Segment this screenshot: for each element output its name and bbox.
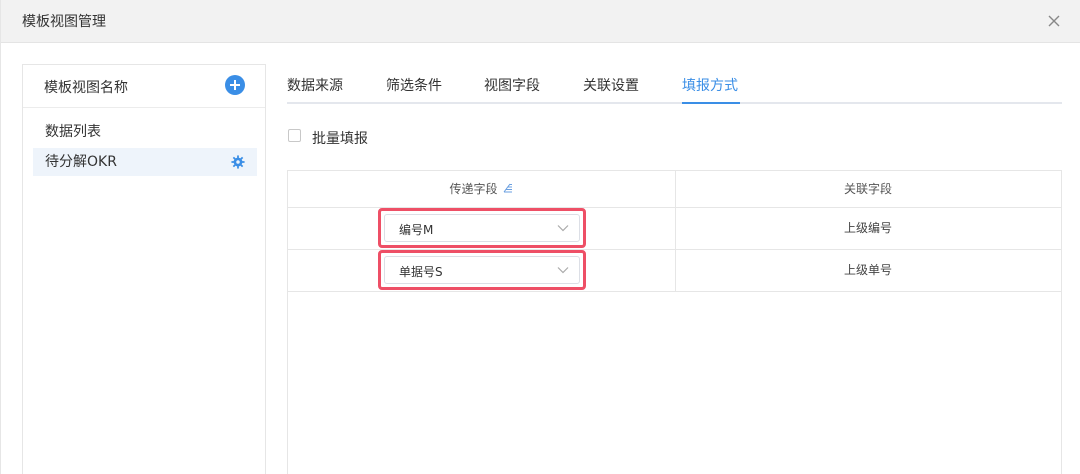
field-mapping-table: 传递字段 关联字段 编号M 上级编号 单据号S 上级单号 [287,170,1062,474]
column-header-related-field: 关联字段 [843,182,892,196]
template-view-dialog: 模板视图管理 模板视图名称 数据列表 待分解OKR 数据来源 筛选条件 视图字段… [0,0,1080,474]
highlight-box: 单据号S [378,250,586,290]
related-field-cell: 上级单号 [843,263,892,277]
list-item-okr[interactable]: 待分解OKR [33,148,257,176]
gear-icon[interactable] [231,155,245,169]
list-item-data-list[interactable]: 数据列表 [33,118,257,146]
chevron-down-icon [557,267,569,274]
tab-fill-method[interactable]: 填报方式 [682,75,738,95]
sort-icon[interactable] [502,182,514,194]
active-tab-indicator [682,102,740,104]
select-value: 编号M [399,223,434,237]
related-field-cell: 上级编号 [843,221,892,235]
column-header-pass-field[interactable]: 传递字段 [288,171,675,208]
template-view-list-panel: 模板视图名称 数据列表 待分解OKR [22,64,266,474]
tab-view-fields[interactable]: 视图字段 [484,75,540,95]
list-item-label: 待分解OKR [45,154,117,170]
batch-fill-label: 批量填报 [312,131,368,147]
select-value: 单据号S [399,265,443,279]
dialog-header: 模板视图管理 [1,0,1080,43]
close-icon[interactable] [1046,13,1062,29]
settings-tabs: 数据来源 筛选条件 视图字段 关联设置 填报方式 [287,64,1062,104]
add-view-button[interactable] [225,75,245,95]
tab-filter[interactable]: 筛选条件 [386,75,442,95]
table-row: 单据号S 上级单号 [288,250,1061,292]
pass-field-select[interactable]: 编号M [384,214,580,242]
pass-field-select[interactable]: 单据号S [384,256,580,284]
dialog-title: 模板视图管理 [22,14,106,30]
highlight-box: 编号M [378,208,586,248]
list-header: 模板视图名称 [23,65,265,108]
chevron-down-icon [557,225,569,232]
list-title: 模板视图名称 [44,80,128,96]
tab-relation[interactable]: 关联设置 [583,75,639,95]
tab-data-source[interactable]: 数据来源 [287,75,343,95]
table-row: 编号M 上级编号 [288,208,1061,250]
batch-fill-checkbox[interactable] [288,129,301,142]
list-item-label: 数据列表 [45,124,101,140]
